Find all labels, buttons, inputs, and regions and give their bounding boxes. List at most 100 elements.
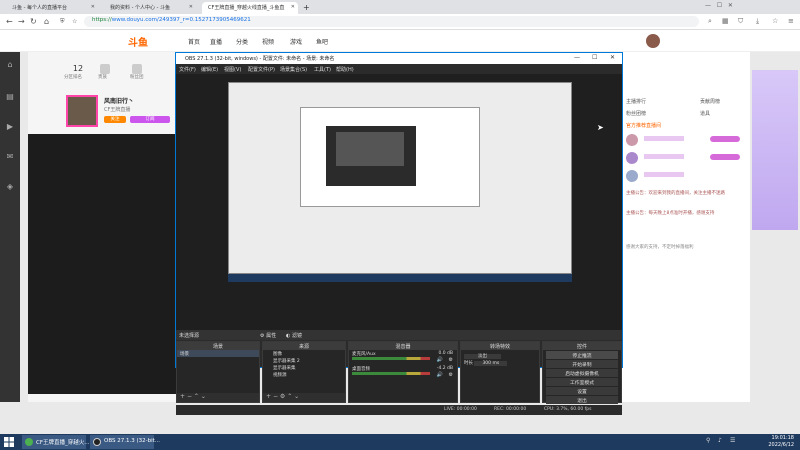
remove-icon[interactable]: − — [273, 393, 278, 400]
browser-tab-0[interactable]: 斗鱼 - 每个人的直播平台 ✕ — [6, 2, 98, 14]
menu-edit[interactable]: 编辑(E) — [201, 66, 218, 73]
nav-forum[interactable]: 鱼吧 — [316, 37, 328, 46]
download-icon[interactable]: ⤓ — [756, 17, 759, 26]
follow-button[interactable]: 关注 — [104, 116, 126, 123]
up-icon[interactable]: ⌃ — [287, 393, 292, 400]
shield-icon[interactable]: ⛉ — [738, 17, 743, 26]
nav-home[interactable]: 首页 — [188, 37, 200, 46]
add-icon[interactable]: + — [180, 393, 185, 400]
subscribe-button[interactable]: 订阅 — [130, 116, 170, 123]
up-icon[interactable]: ⌃ — [194, 393, 199, 400]
windows-taskbar: CF王牌直播_穿越火... OBS 27.1.3 (32-bit... ⚲ ♪ … — [0, 434, 800, 450]
shield-icon[interactable]: ⛨ — [60, 18, 65, 26]
obs-preview[interactable] — [176, 74, 622, 330]
grid-icon[interactable]: ▦ — [722, 17, 729, 25]
gift-tab[interactable]: 道具 — [700, 110, 710, 117]
home-icon[interactable]: ⌂ — [44, 17, 49, 26]
volume-icon[interactable]: ♪ — [718, 437, 722, 444]
url-input[interactable]: https://www.douyu.com/249397_r=0.1527173… — [84, 16, 699, 27]
menu-view[interactable]: 视图(V) — [224, 66, 241, 73]
follow-chip[interactable] — [710, 136, 740, 142]
gear-icon[interactable]: ⚙ — [449, 357, 453, 363]
menu-profile[interactable]: 配置文件(P) — [248, 66, 275, 73]
properties-button[interactable]: ⚙ 属性 — [260, 332, 276, 339]
system-clock[interactable]: 19:01:18 2022/6/12 — [768, 435, 794, 449]
network-icon[interactable]: ⚲ — [706, 437, 710, 444]
nav-game[interactable]: 游戏 — [290, 37, 302, 46]
nav-live[interactable]: 直播 — [210, 37, 222, 46]
menu-help[interactable]: 帮助(H) — [336, 66, 354, 73]
forward-icon[interactable]: → — [18, 17, 25, 26]
duration-field[interactable]: 时长 300 ms — [461, 359, 539, 366]
video-player-area[interactable] — [28, 134, 176, 394]
site-logo[interactable]: 斗鱼 — [128, 34, 148, 49]
menu-tools[interactable]: 工具(T) — [314, 66, 331, 73]
fans-icon[interactable] — [132, 64, 142, 74]
noble-icon[interactable] — [100, 64, 110, 74]
close-tab-icon[interactable]: ✕ — [189, 4, 193, 10]
gear-icon[interactable]: ⚙ — [280, 393, 285, 400]
filters-button[interactable]: ◐ 滤镜 — [286, 332, 302, 339]
source-item[interactable]: 显示器采集 2 — [263, 357, 345, 364]
speaker-icon[interactable]: 🔊 — [437, 372, 443, 378]
browser-tab-2[interactable]: CF王牌直播_穿越火线直播_斗鱼直 ✕ — [202, 2, 298, 14]
add-icon[interactable]: + — [266, 393, 271, 400]
close-tab-icon[interactable]: ✕ — [291, 4, 295, 10]
promo-banner[interactable] — [752, 70, 798, 230]
menu-scene-collection[interactable]: 场景集合(S) — [280, 66, 307, 73]
start-recording-button[interactable]: 开始录制 — [546, 360, 618, 368]
windows-start-icon[interactable] — [4, 437, 14, 447]
browser-tab-1[interactable]: 我的资料 - 个人中心 - 斗鱼 ✕ — [104, 2, 196, 14]
minimize-icon[interactable]: — — [574, 54, 580, 61]
maximize-icon[interactable]: ☐ — [592, 54, 597, 61]
bookmark-icon[interactable]: ☆ — [72, 18, 77, 25]
new-tab-button[interactable]: + — [301, 2, 311, 14]
speaker-icon[interactable]: 🔊 — [437, 357, 443, 363]
refresh-icon[interactable]: ↻ — [30, 17, 37, 26]
notification-icon[interactable]: ☰ — [730, 437, 735, 444]
search-icon[interactable]: ⌕ — [708, 17, 712, 26]
chat-icon[interactable]: ✉ — [4, 152, 16, 164]
user-badge — [644, 136, 684, 141]
follow-chip[interactable] — [710, 154, 740, 160]
nav-video[interactable]: 视频 — [262, 37, 274, 46]
user-badge — [644, 154, 684, 159]
nav-category[interactable]: 分类 — [236, 37, 248, 46]
transition-select[interactable]: 淡出 — [461, 352, 539, 359]
source-item[interactable]: 图像 — [263, 350, 345, 357]
menu-icon[interactable]: ≡ — [788, 17, 794, 25]
game-icon[interactable]: ◈ — [4, 182, 16, 194]
taskbar-obs[interactable]: OBS 27.1.3 (32-bit... — [90, 435, 160, 449]
video-icon[interactable]: ▶ — [4, 122, 16, 134]
user-avatar[interactable] — [626, 152, 638, 164]
source-item[interactable]: 显示器采集 — [263, 364, 345, 371]
virtual-camera-button[interactable]: 启动虚拟摄像机 — [546, 369, 618, 377]
down-icon[interactable]: ⌄ — [201, 393, 206, 400]
close-tab-icon[interactable]: ✕ — [91, 4, 95, 10]
user-avatar[interactable] — [626, 170, 638, 182]
settings-button[interactable]: 设置 — [546, 387, 618, 395]
studio-mode-button[interactable]: 工作室模式 — [546, 378, 618, 386]
source-item[interactable]: 视频源 — [263, 371, 345, 378]
remove-icon[interactable]: − — [187, 393, 192, 400]
window-controls-icon[interactable]: — ☐ ✕ — [705, 2, 733, 9]
back-icon[interactable]: ← — [6, 17, 13, 26]
streamer-avatar[interactable] — [66, 95, 98, 127]
exit-button[interactable]: 退出 — [546, 396, 618, 404]
close-icon[interactable]: ✕ — [610, 54, 615, 61]
star-icon[interactable]: ☆ — [772, 17, 778, 25]
stop-streaming-button[interactable]: 停止推流 — [546, 351, 618, 359]
menu-file[interactable]: 文件(F) — [179, 66, 196, 73]
category-icon[interactable]: ▤ — [4, 92, 16, 104]
scene-item[interactable]: 场景 — [177, 350, 259, 357]
gear-icon[interactable]: ⚙ — [449, 372, 453, 378]
user-avatar[interactable] — [626, 134, 638, 146]
rank-tab[interactable]: 主播排行 — [626, 98, 646, 105]
taskbar-browser[interactable]: CF王牌直播_穿越火... — [22, 435, 90, 449]
task-label: CF王牌直播_穿越火... — [36, 440, 90, 446]
contrib-tab[interactable]: 贡献周榜 — [700, 98, 720, 105]
fan-tab[interactable]: 粉丝团榜 — [626, 110, 646, 117]
home-icon[interactable]: ⌂ — [4, 60, 16, 72]
down-icon[interactable]: ⌄ — [294, 393, 299, 400]
user-avatar[interactable] — [646, 34, 660, 48]
